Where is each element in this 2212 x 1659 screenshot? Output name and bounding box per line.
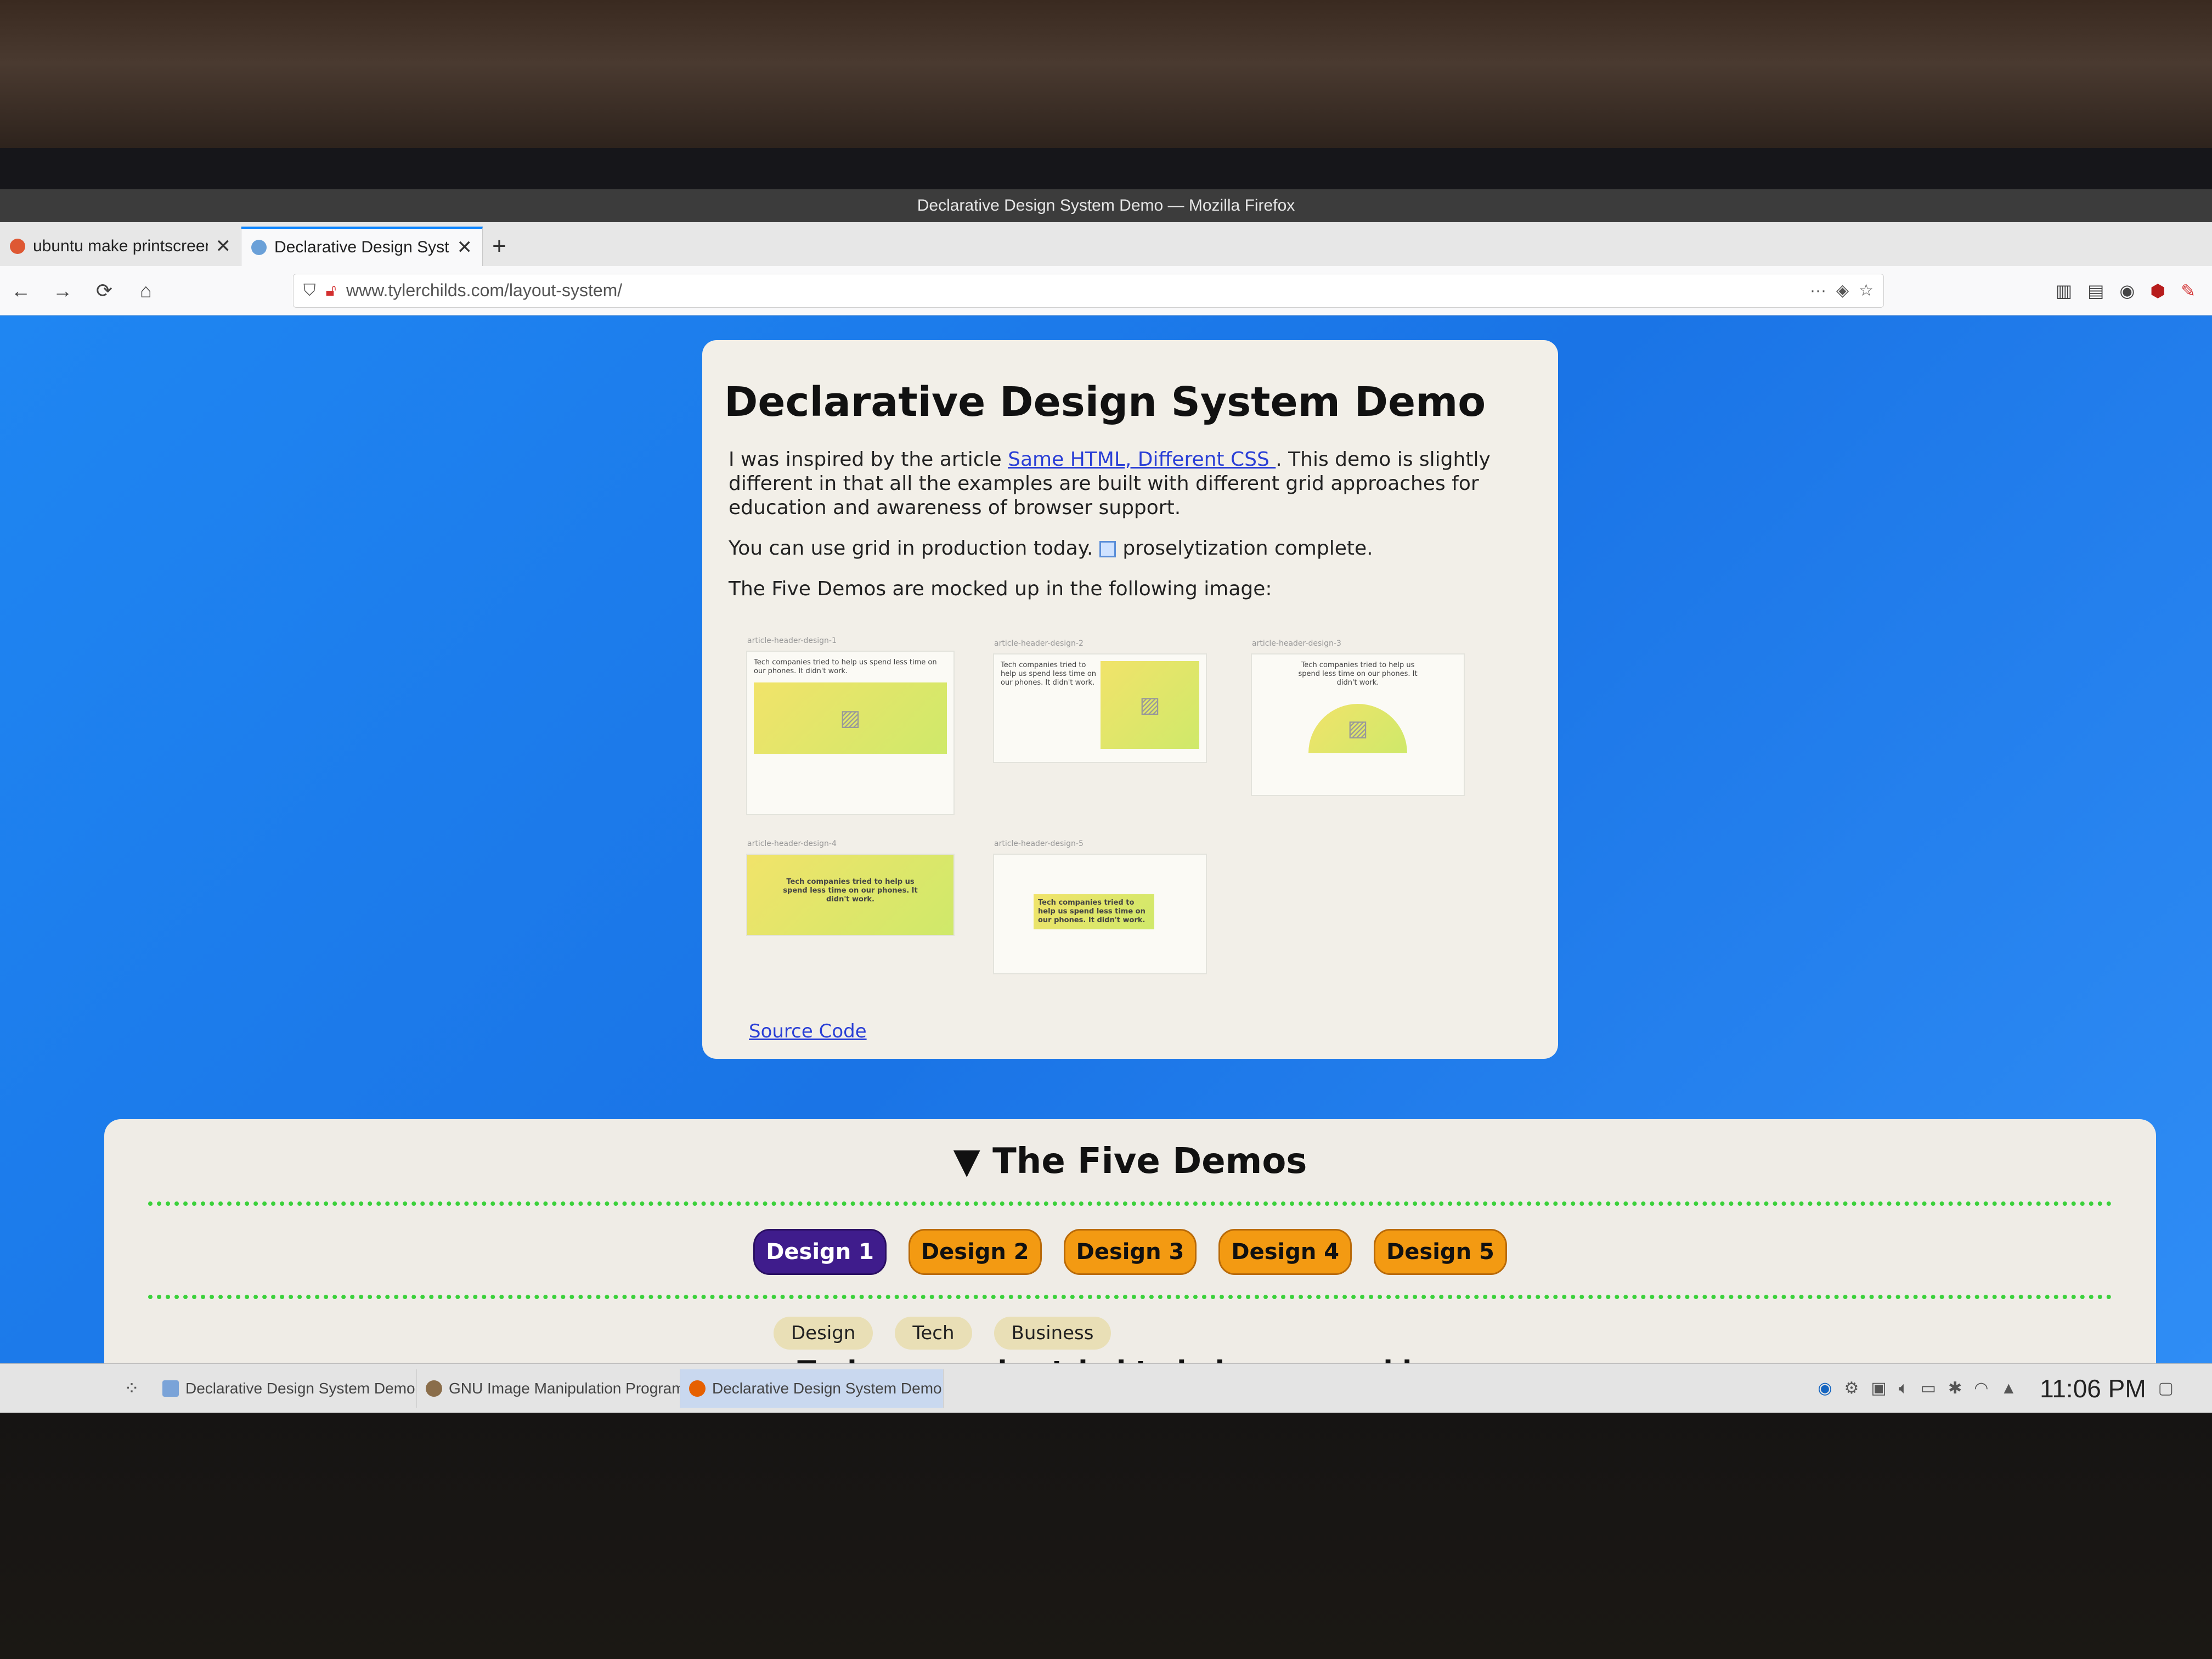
five-demos-heading[interactable]: ▼ The Five Demos <box>104 1141 2156 1182</box>
toolbar-icons: ▥ ▤ ◉ ⬢ ✎ <box>2056 280 2196 301</box>
tag-design: Design <box>774 1317 873 1350</box>
volume-icon[interactable]: 🔈︎ <box>1899 1379 1909 1398</box>
five-demos-mockup-image: article-header-design-1 Tech companies t… <box>746 623 1531 985</box>
design-button-row: Design 1 Design 2 Design 3 Design 4 Desi… <box>104 1229 2156 1275</box>
taskbar-item-declarative-1[interactable]: Declarative Design System Demo ... <box>154 1369 417 1408</box>
tab-label: ubuntu make printscreen <box>33 237 208 255</box>
article-link[interactable]: Same HTML, Different CSS <box>1008 448 1276 471</box>
insecure-lock-icon[interactable]: 🔓︎ <box>326 281 336 300</box>
mock-headline: Tech companies tried to help us spend le… <box>754 658 937 675</box>
clipboard-icon[interactable]: ▣ <box>1871 1379 1886 1398</box>
page-content: Declarative Design System Demo I was ins… <box>0 315 2212 1387</box>
wifi-icon[interactable]: ◠ <box>1974 1379 1988 1398</box>
close-tab-icon[interactable]: ✕ <box>457 236 473 258</box>
home-button[interactable]: ⌂ <box>131 275 161 306</box>
ublock-icon[interactable]: ⬢ <box>2150 280 2165 301</box>
taskbar-item-declarative-2[interactable]: Declarative Design System Demo ... <box>680 1369 944 1408</box>
taskbar: ⁘ Declarative Design System Demo ... GNU… <box>0 1363 2212 1413</box>
back-button[interactable]: ← <box>5 275 36 306</box>
mock-label: article-header-design-4 <box>747 839 837 848</box>
mock-label: article-header-design-5 <box>994 839 1084 848</box>
bookmark-star-icon[interactable]: ☆ <box>1859 281 1874 300</box>
design-2-button[interactable]: Design 2 <box>908 1229 1042 1275</box>
mock-intro: The Five Demos are mocked up in the foll… <box>729 578 1272 600</box>
taskbar-label: GNU Image Manipulation Program <box>449 1379 680 1397</box>
firefox-icon <box>689 1380 706 1397</box>
reload-button[interactable]: ⟳ <box>89 275 120 306</box>
taskbar-label: Declarative Design System Demo ... <box>712 1379 944 1397</box>
window-title: Declarative Design System Demo — Mozilla… <box>0 189 2212 222</box>
taskbar-label: Declarative Design System Demo ... <box>185 1379 417 1397</box>
battery-icon[interactable]: ▭ <box>1921 1379 1936 1398</box>
extension-icon[interactable]: ✎ <box>2181 280 2196 301</box>
tag-business: Business <box>994 1317 1111 1350</box>
tag-tech: Tech <box>895 1317 972 1350</box>
dotted-divider <box>148 1295 2112 1299</box>
source-code-link[interactable]: Source Code <box>749 1020 867 1042</box>
screen: Declarative Design System Demo — Mozilla… <box>0 189 2212 1413</box>
show-desktop-icon[interactable]: ▢ <box>2158 1379 2174 1398</box>
duckduckgo-icon <box>10 239 25 254</box>
intro-paragraph: I was inspired by the article Same HTML,… <box>724 448 1536 520</box>
dotted-divider <box>148 1201 2112 1206</box>
gimp-icon <box>426 1380 442 1397</box>
clock[interactable]: 11:06 PM <box>2040 1374 2146 1403</box>
mock-label: article-header-design-2 <box>994 639 1084 648</box>
tab-label: Declarative Design Syste <box>274 238 449 256</box>
mock-design-2: article-header-design-2 Tech companies t… <box>993 639 1207 763</box>
image-placeholder-icon: ▨ <box>1101 661 1199 749</box>
mock-design-1: article-header-design-1 Tech companies t… <box>746 636 955 815</box>
shield-icon[interactable]: ⛉ <box>303 281 316 300</box>
grid-before: You can use grid in production today. <box>729 537 1093 560</box>
window-icon <box>162 1380 179 1397</box>
sidebar-icon[interactable]: ▤ <box>2087 280 2104 301</box>
image-placeholder-icon: ▨ <box>754 682 947 754</box>
bluetooth-icon[interactable]: ✱ <box>1948 1379 1962 1398</box>
design-1-button[interactable]: Design 1 <box>753 1229 887 1275</box>
five-demos-section: ▼ The Five Demos Design 1 Design 2 Desig… <box>104 1119 2156 1387</box>
close-tab-icon[interactable]: ✕ <box>216 235 232 257</box>
image-placeholder-icon: ▨ <box>1308 704 1407 753</box>
mock-design-5: article-header-design-5 Tech companies t… <box>993 839 1207 974</box>
mock-headline: Tech companies tried to help us spend le… <box>1034 894 1154 929</box>
pocket-icon[interactable]: ◈ <box>1836 281 1849 300</box>
checkbox-icon <box>1099 541 1116 557</box>
forward-button[interactable]: → <box>47 275 78 306</box>
bluetooth-app-icon[interactable]: ◉ <box>1818 1379 1832 1398</box>
system-tray: ◉ ⚙ ▣ 🔈︎ ▭ ✱ ◠ ▲ 11:06 PM ▢ <box>1818 1374 2174 1403</box>
tag-row: Design Tech Business <box>774 1317 1111 1350</box>
mock-design-3: article-header-design-3 Tech companies t… <box>1251 639 1465 796</box>
app-menu-icon[interactable]: ⁘ <box>110 1378 154 1400</box>
page-title: Declarative Design System Demo <box>724 379 1486 426</box>
globe-icon <box>251 240 267 255</box>
more-actions-icon[interactable]: ··· <box>1810 281 1826 300</box>
account-icon[interactable]: ◉ <box>2119 280 2135 301</box>
tab-bar: ubuntu make printscreen ✕ Declarative De… <box>0 222 2212 266</box>
new-tab-button[interactable]: + <box>483 227 516 266</box>
mock-headline: Tech companies tried to help us spend le… <box>1298 661 1418 687</box>
mock-design-4: article-header-design-4 Tech companies t… <box>746 839 955 936</box>
intro-card: Declarative Design System Demo I was ins… <box>702 340 1558 1059</box>
mock-headline: Tech companies tried to help us spend le… <box>1001 661 1097 687</box>
design-4-button[interactable]: Design 4 <box>1218 1229 1352 1275</box>
background-room <box>0 0 2212 159</box>
mock-label: article-header-design-3 <box>1252 639 1341 648</box>
url-text[interactable]: www.tylerchilds.com/layout-system/ <box>346 280 1800 301</box>
library-icon[interactable]: ▥ <box>2056 280 2072 301</box>
tab-ubuntu-printscreen[interactable]: ubuntu make printscreen ✕ <box>0 227 241 266</box>
design-5-button[interactable]: Design 5 <box>1374 1229 1507 1275</box>
nav-bar: ← → ⟳ ⌂ ⛉ 🔓︎ www.tylerchilds.com/layout-… <box>0 266 2212 315</box>
grid-after: proselytization complete. <box>1122 537 1373 560</box>
design-3-button[interactable]: Design 3 <box>1063 1229 1197 1275</box>
mock-label: article-header-design-1 <box>747 636 837 645</box>
grid-paragraph: You can use grid in production today. pro… <box>724 537 1536 561</box>
tray-expand-icon[interactable]: ▲ <box>2000 1379 2017 1398</box>
address-bar[interactable]: ⛉ 🔓︎ www.tylerchilds.com/layout-system/ … <box>293 273 1884 308</box>
tab-declarative-design[interactable]: Declarative Design Syste ✕ <box>241 227 483 266</box>
mock-headline: Tech companies tried to help us spend le… <box>783 878 918 904</box>
settings-icon[interactable]: ⚙ <box>1844 1379 1859 1398</box>
intro-before: I was inspired by the article <box>729 448 1008 471</box>
taskbar-item-gimp[interactable]: GNU Image Manipulation Program <box>417 1369 680 1408</box>
